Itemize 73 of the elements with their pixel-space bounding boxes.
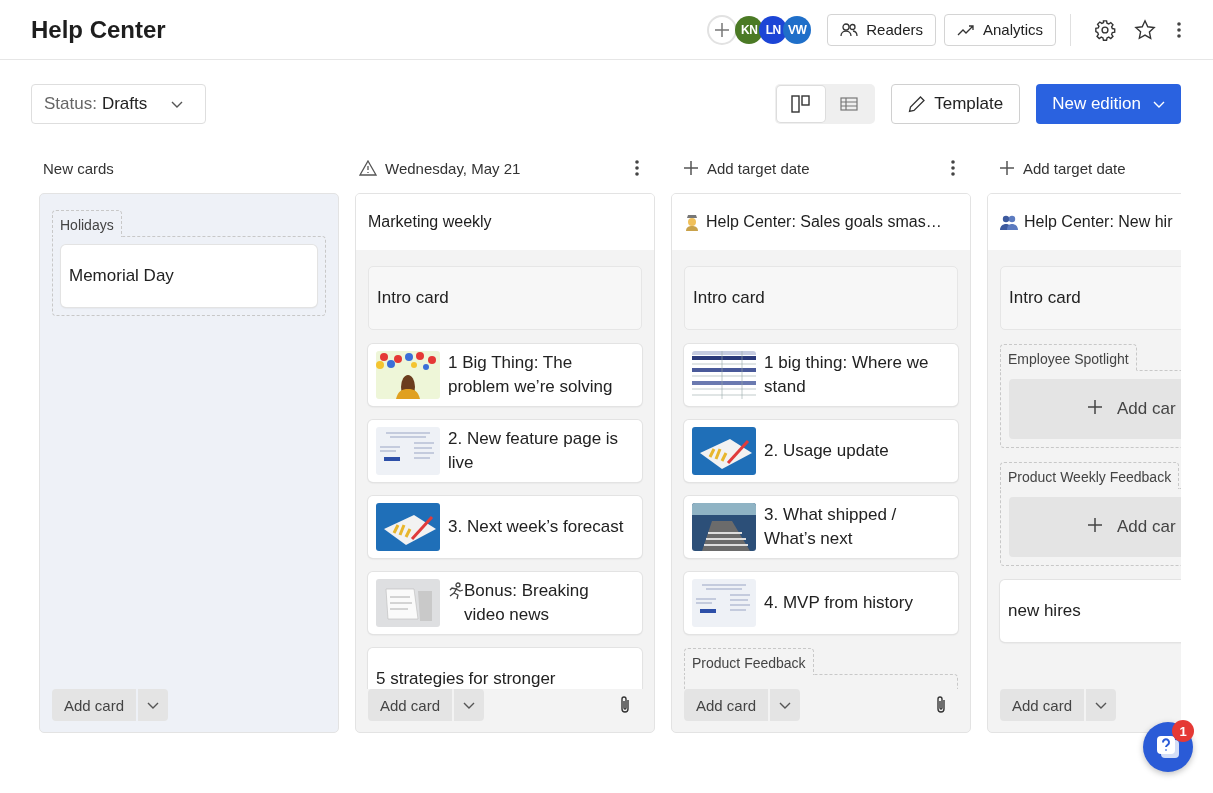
- thumbnail-placeholder: [376, 503, 440, 551]
- story-card[interactable]: 5 strategies for stronger: [368, 648, 642, 689]
- add-target-date-link[interactable]: Add target date: [707, 159, 939, 177]
- story-title: 3. What shipped / What’s next: [764, 504, 898, 550]
- add-card-button[interactable]: Add card: [52, 689, 137, 721]
- add-card-button[interactable]: Add card: [684, 689, 769, 721]
- new-edition-button[interactable]: New edition: [1036, 84, 1181, 124]
- plus-icon: [999, 160, 1015, 176]
- warning-icon: [359, 160, 377, 176]
- add-target-date-link[interactable]: Add target date: [1023, 159, 1181, 177]
- story-card[interactable]: new hires: [1000, 580, 1181, 642]
- story-title: 1 big thing: Where we stand: [764, 352, 930, 398]
- readers-button[interactable]: Readers: [827, 13, 936, 46]
- add-card-button[interactable]: Add card: [368, 689, 453, 721]
- group-label: Product Feedback: [684, 648, 814, 675]
- thumbnail-placeholder: [376, 427, 440, 475]
- page-title: Help Center: [31, 15, 167, 44]
- intro-card[interactable]: Intro card: [368, 266, 642, 330]
- star-icon[interactable]: [1134, 18, 1156, 41]
- board-view-icon[interactable]: [777, 86, 826, 122]
- thumbnail-placeholder: [692, 351, 756, 399]
- runner-icon: [448, 582, 464, 600]
- question-icon: [1155, 734, 1181, 760]
- story-title: 1 Big Thing: The problem we’re solving: [448, 352, 614, 398]
- person-icon: [684, 213, 700, 231]
- thumbnail-placeholder: [692, 579, 756, 627]
- caret-icon: [1153, 100, 1165, 108]
- chevron-down-icon: [171, 100, 184, 108]
- thumbnail-placeholder: [376, 351, 440, 399]
- intro-card[interactable]: Intro card: [684, 266, 958, 330]
- analytics-button[interactable]: Analytics: [943, 13, 1056, 46]
- story-card[interactable]: Memorial Day: [61, 245, 317, 307]
- people-icon: [840, 21, 859, 38]
- plus-icon: [683, 160, 699, 176]
- pencil-icon: [908, 95, 927, 113]
- story-title: 2. Usage update: [764, 440, 889, 462]
- trend-icon: [956, 23, 975, 36]
- story-card[interactable]: 1 Big Thing: The problem we’re solving: [368, 344, 642, 406]
- add-card-button[interactable]: Add card: [1000, 689, 1085, 721]
- more-menu-icon[interactable]: [1177, 21, 1181, 38]
- notification-badge: 1: [1172, 720, 1194, 742]
- story-title: Bonus: Breaking video news: [464, 580, 590, 626]
- story-card[interactable]: 3. What shipped / What’s next: [684, 496, 958, 558]
- group-label: Product Weekly Feedback: [1000, 462, 1180, 489]
- add-card-button[interactable]: Add car: [1009, 497, 1181, 557]
- thumbnail-placeholder: [692, 503, 756, 551]
- settings-icon[interactable]: [1094, 18, 1116, 41]
- add-reader-button[interactable]: [707, 14, 738, 45]
- group-label: Holidays: [52, 210, 122, 237]
- paperclip-icon[interactable]: [618, 695, 632, 715]
- group-label: Employee Spotlight: [1000, 344, 1137, 371]
- story-card[interactable]: 2. New feature page is live: [368, 420, 642, 482]
- plus-icon: [714, 21, 731, 38]
- edition-title[interactable]: Marketing weekly: [368, 213, 492, 231]
- thumbnail-placeholder: [376, 579, 440, 627]
- template-button[interactable]: Template: [891, 84, 1021, 124]
- column-title: New cards: [43, 159, 115, 177]
- story-card[interactable]: 1 big thing: Where we stand: [684, 344, 958, 406]
- paperclip-icon[interactable]: [934, 695, 948, 715]
- add-card-button[interactable]: Add car: [1009, 379, 1181, 439]
- story-card[interactable]: 3. Next week’s forecast: [368, 496, 642, 558]
- people-icon: [1000, 214, 1018, 230]
- intro-card[interactable]: Intro card: [1000, 266, 1181, 330]
- user-avatar[interactable]: VW: [783, 15, 812, 44]
- target-date: Wednesday, May 21: [385, 159, 522, 177]
- story-title: 2. New feature page is live: [448, 428, 620, 474]
- story-card[interactable]: 2. Usage update: [684, 420, 958, 482]
- story-card[interactable]: 4. MVP from history: [684, 572, 958, 634]
- story-title: 3. Next week’s forecast: [448, 516, 624, 538]
- story-card[interactable]: Bonus: Breaking video news: [368, 572, 642, 634]
- status-dropdown[interactable]: Status: Drafts: [31, 84, 207, 124]
- story-title: 4. MVP from history: [764, 592, 913, 614]
- thumbnail-placeholder: [692, 427, 756, 475]
